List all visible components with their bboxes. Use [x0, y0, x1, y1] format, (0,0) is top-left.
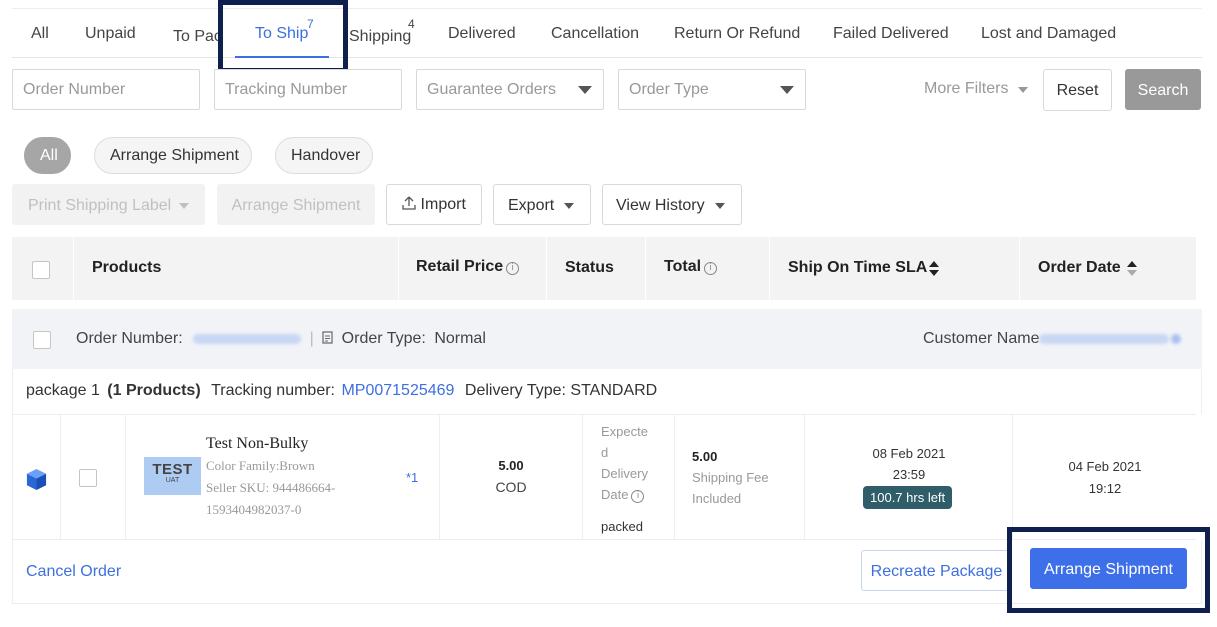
info-icon[interactable]: i — [704, 262, 718, 275]
reset-button[interactable]: Reset — [1043, 69, 1112, 111]
arrange-shipment-bulk-button[interactable]: Arrange Shipment — [217, 184, 375, 225]
pill-arrange-shipment[interactable]: Arrange Shipment — [94, 137, 252, 174]
tab-lost-and-damaged[interactable]: Lost and Damaged — [981, 25, 1116, 43]
tab-failed-delivered[interactable]: Failed Delivered — [833, 25, 949, 43]
product-quantity: *1 — [406, 470, 419, 485]
column-status: Status — [565, 259, 614, 276]
retail-price-value: 5.00 — [498, 458, 524, 473]
sort-icon[interactable] — [929, 261, 939, 277]
payment-method: COD — [495, 479, 527, 495]
chevron-down-icon — [715, 203, 725, 209]
order-number-line: Order Number: | Order Type: Normal — [76, 330, 486, 347]
tab-all[interactable]: All — [31, 25, 49, 43]
tab-to-ship[interactable]: To Ship 7 — [255, 17, 314, 43]
product-thumbnail[interactable]: TEST UAT — [144, 457, 201, 495]
order-time-value: 19:12 — [1088, 481, 1122, 496]
shipping-fee-note: Shipping Fee — [692, 470, 769, 485]
customer-name-line: Customer Name — [923, 330, 1182, 348]
tracking-number-link[interactable]: MP0071525469 — [341, 382, 454, 399]
product-color-family: Color Family:Brown — [206, 458, 315, 473]
status-value: packed — [601, 519, 643, 534]
product-name[interactable]: Test Non-Bulky — [206, 435, 308, 453]
order-type-select[interactable]: Order Type — [618, 69, 806, 110]
tracking-number-input[interactable] — [225, 81, 391, 99]
order-actions-row: Cancel Order Recreate Package Arrange Sh… — [12, 540, 1202, 604]
order-number-redacted[interactable] — [193, 333, 302, 344]
tab-to-pack[interactable]: To Pac — [173, 28, 222, 46]
product-seller-sku-cont: 1593404982037-0 — [206, 502, 302, 517]
tab-return-or-refund[interactable]: Return Or Refund — [674, 25, 800, 43]
active-tab-indicator — [235, 56, 329, 58]
column-retail-price: Retail Price i — [416, 237, 520, 300]
cube-icon — [26, 468, 47, 491]
customer-name-redacted — [1039, 333, 1170, 344]
tab-delivered[interactable]: Delivered — [448, 25, 516, 43]
cancel-order-link[interactable]: Cancel Order — [26, 563, 121, 581]
order-number-field[interactable] — [12, 69, 200, 110]
sla-date: 08 Feb 2021 — [872, 446, 946, 461]
view-history-button[interactable]: View History — [602, 184, 742, 225]
print-shipping-label-button[interactable]: Print Shipping Label — [12, 184, 205, 225]
order-status-tabs: All Unpaid To Pac To Ship 7 Shipping 4 Del… — [12, 8, 1202, 58]
tracking-number-field[interactable] — [214, 69, 402, 110]
column-order-date[interactable]: Order Date — [1038, 237, 1121, 300]
order-item-row: TEST UAT Test Non-Bulky Color Family:Bro… — [12, 414, 1196, 540]
order-number-input[interactable] — [23, 81, 189, 99]
sla-hours-left-badge: 100.7 hrs left — [863, 486, 953, 509]
tab-count: 7 — [307, 17, 314, 31]
chevron-down-icon — [179, 203, 189, 209]
expected-delivery-date-label: Expecte d Delivery Date i — [601, 424, 648, 503]
tab-cancellation[interactable]: Cancellation — [551, 25, 639, 43]
sort-icon[interactable] — [1127, 261, 1137, 277]
chevron-down-icon — [564, 203, 574, 209]
tab-unpaid[interactable]: Unpaid — [85, 25, 136, 43]
tab-count: 4 — [408, 17, 415, 31]
import-button[interactable]: Import — [386, 184, 482, 225]
recreate-package-button[interactable]: Recreate Package — [861, 550, 1012, 591]
item-checkbox[interactable] — [79, 469, 97, 487]
export-button[interactable]: Export — [493, 184, 591, 225]
pill-all[interactable]: All — [24, 137, 71, 174]
upload-icon — [402, 196, 416, 210]
chevron-down-icon — [780, 86, 794, 94]
chevron-down-icon — [1018, 87, 1028, 93]
shipping-fee-note-cont: Included — [692, 491, 742, 506]
chevron-down-icon — [578, 86, 592, 94]
info-icon[interactable]: i — [631, 490, 645, 503]
guarantee-orders-select[interactable]: Guarantee Orders — [416, 69, 604, 110]
info-icon[interactable]: i — [506, 262, 520, 275]
column-total: Total i — [664, 237, 718, 300]
column-products: Products — [92, 259, 162, 276]
order-checkbox[interactable] — [33, 331, 51, 349]
product-seller-sku: Seller SKU: 944486664- — [206, 480, 336, 495]
total-value: 5.00 — [692, 449, 718, 464]
sla-time: 23:59 — [892, 467, 926, 482]
column-ship-on-time-sla[interactable]: Ship On Time SLA — [788, 237, 927, 300]
search-button[interactable]: Search — [1125, 69, 1201, 110]
pill-handover[interactable]: Handover — [275, 137, 373, 174]
document-icon — [322, 331, 333, 344]
order-header: Order Number: | Order Type: Normal Custo… — [12, 309, 1202, 369]
package-info-row: package 1 (1 Products) Tracking number: … — [12, 369, 1202, 414]
more-filters-button[interactable]: More Filters — [924, 80, 1028, 98]
select-all-checkbox[interactable] — [32, 261, 50, 279]
arrange-shipment-button[interactable]: Arrange Shipment — [1030, 548, 1187, 589]
table-header: Products Retail Price i Status Total i Shi… — [12, 237, 1196, 300]
order-date-value: 04 Feb 2021 — [1068, 459, 1142, 474]
tab-shipping[interactable]: Shipping 4 — [349, 17, 415, 46]
